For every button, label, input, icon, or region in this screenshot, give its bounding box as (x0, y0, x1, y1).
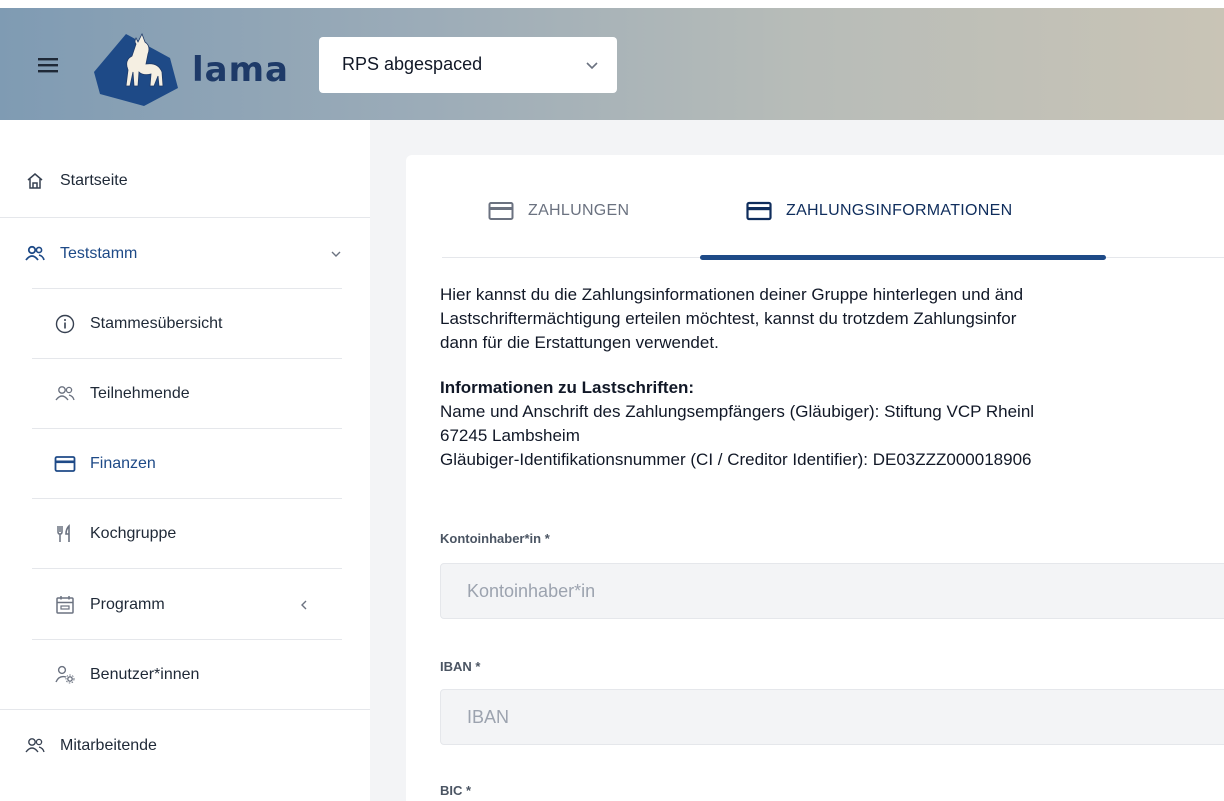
sidebar-item-teststamm[interactable]: Teststamm (24, 243, 137, 265)
main-panel: ZAHLUNGEN ZAHLUNGSINFORMATIONEN Hier kan… (406, 155, 1224, 801)
divider (32, 428, 342, 429)
credit-card-icon (488, 201, 514, 221)
sidebar-item-label: Startseite (60, 172, 128, 189)
credit-card-icon (746, 201, 772, 221)
chevron-down-icon (586, 62, 598, 70)
users-icon (24, 243, 46, 265)
divider (32, 288, 342, 289)
chevron-left-icon[interactable] (300, 599, 308, 611)
sidebar-item-programm[interactable]: Programm (54, 594, 165, 616)
sidebar-item-label: Kochgruppe (90, 525, 177, 542)
info-heading: Informationen zu Lastschriften: (440, 378, 695, 397)
sidebar-item-label: Teststamm (60, 245, 138, 262)
sidebar-item-label: Programm (90, 596, 165, 613)
tab-zahlungsinformationen[interactable]: ZAHLUNGSINFORMATIONEN (746, 201, 1012, 221)
group-select-value: RPS abgespaced (342, 54, 483, 74)
sidebar-item-label: Mitarbeitende (60, 737, 157, 754)
home-icon (24, 170, 46, 192)
user-settings-icon (54, 664, 76, 686)
top-strip (0, 0, 1224, 8)
info-text-line: Gläubiger-Identifikationsnummer (CI / Cr… (440, 450, 1032, 469)
cutlery-icon (54, 523, 76, 545)
divider (32, 568, 342, 569)
intro-text-line: Hier kannst du die Zahlungsinformationen… (440, 285, 1024, 304)
credit-card-icon (54, 453, 76, 475)
sidebar-item-mitarbeitende[interactable]: Mitarbeitende (24, 735, 157, 757)
sidebar-item-startseite[interactable]: Startseite (24, 170, 128, 192)
sidebar-item-label: Stammesübersicht (90, 315, 223, 332)
sidebar-item-label: Teilnehmende (90, 385, 190, 402)
sidebar-item-finanzen[interactable]: Finanzen (54, 453, 156, 475)
sidebar-item-stammesuebersicht[interactable]: Stammesübersicht (54, 313, 223, 335)
info-icon (54, 313, 76, 335)
lama-logo[interactable]: lama (86, 28, 296, 108)
calendar-icon (54, 594, 76, 616)
tab-zahlungen[interactable]: ZAHLUNGEN (488, 201, 629, 221)
sidebar-item-benutzerinnen[interactable]: Benutzer*innen (54, 664, 199, 686)
bic-label: BIC * (440, 783, 472, 798)
sidebar: Startseite Teststamm Stammesübersicht Te… (0, 120, 370, 801)
sidebar-item-teilnehmende[interactable]: Teilnehmende (54, 383, 190, 405)
kontoinhaber-label: Kontoinhaber*in * (440, 531, 550, 546)
chevron-down-icon[interactable] (330, 250, 342, 258)
divider (0, 709, 370, 710)
divider (32, 358, 342, 359)
divider (32, 639, 342, 640)
active-tab-indicator (700, 255, 1106, 260)
divider (32, 498, 342, 499)
users-icon (54, 383, 76, 405)
intro-text-line: dann für die Erstattungen verwendet. (440, 333, 719, 352)
hamburger-menu-icon[interactable] (36, 52, 62, 78)
sidebar-item-kochgruppe[interactable]: Kochgruppe (54, 523, 176, 545)
intro-text-line: Lastschriftermächtigung erteilen möchtes… (440, 309, 1017, 328)
tab-label: ZAHLUNGSINFORMATIONEN (786, 202, 1013, 219)
tab-label: ZAHLUNGEN (528, 202, 630, 219)
iban-label: IBAN * (440, 659, 481, 674)
info-text-line: Name und Anschrift des Zahlungsempfänger… (440, 402, 1035, 421)
kontoinhaber-input[interactable] (440, 563, 1224, 619)
app-header: lama RPS abgespaced (0, 8, 1224, 120)
divider (0, 217, 370, 218)
group-select[interactable]: RPS abgespaced (319, 37, 617, 93)
sidebar-item-label: Finanzen (90, 455, 156, 472)
iban-input[interactable] (440, 689, 1224, 745)
users-icon (24, 735, 46, 757)
sidebar-item-label: Benutzer*innen (90, 666, 200, 683)
info-text-line: 67245 Lambsheim (440, 426, 580, 445)
logo-text: lama (192, 50, 289, 90)
